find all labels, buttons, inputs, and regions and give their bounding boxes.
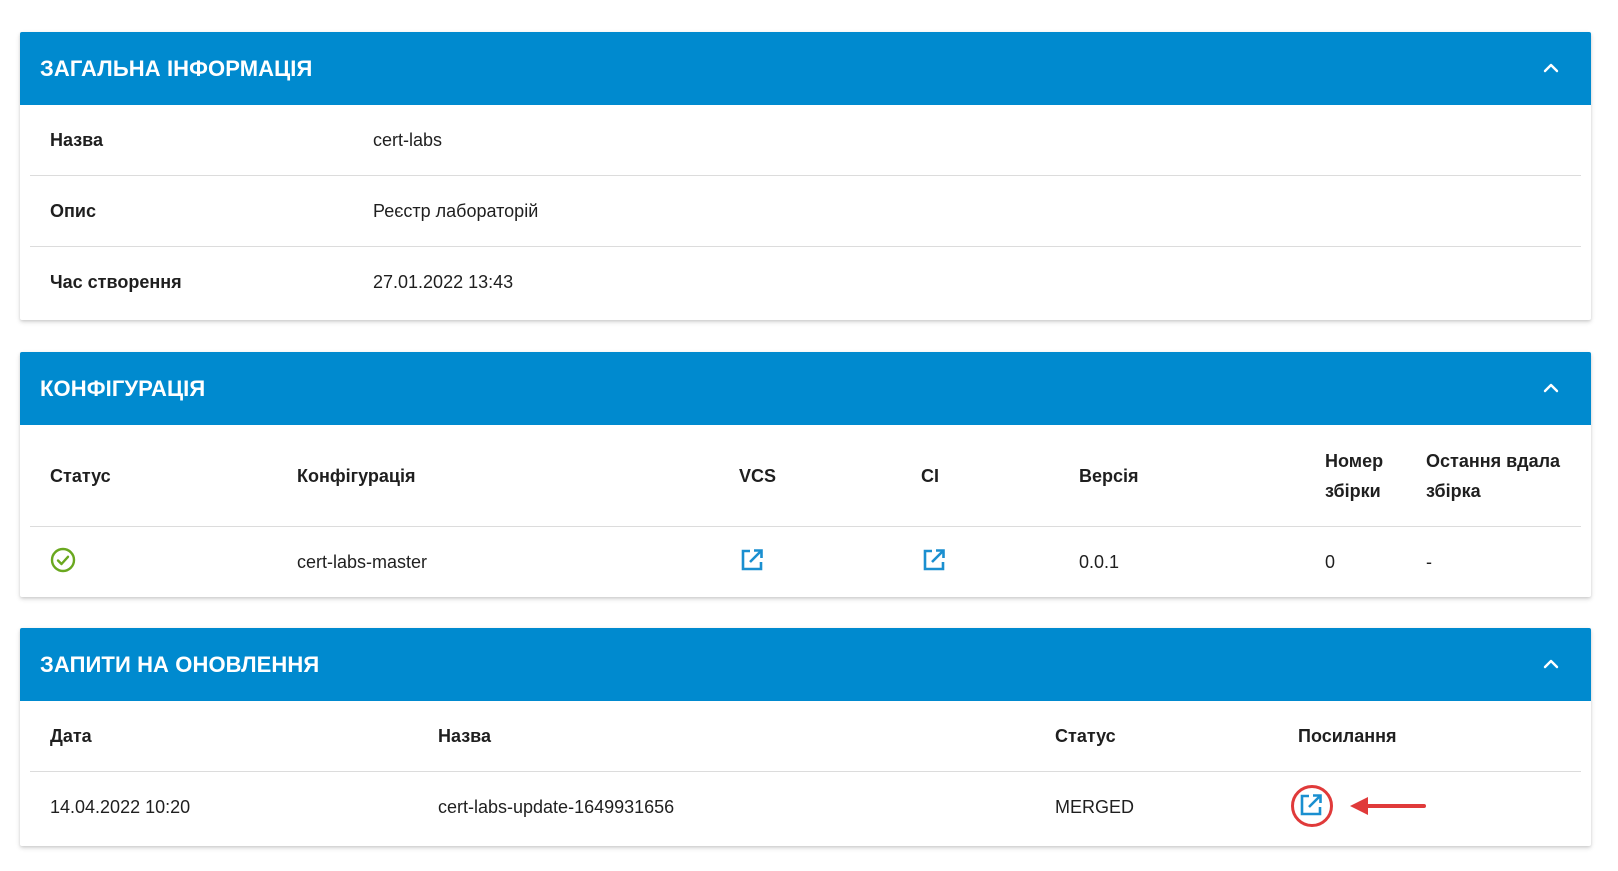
table-header-row: Статус Конфігурація VCS CI Версія Номер …: [30, 425, 1581, 527]
configuration-table: Статус Конфігурація VCS CI Версія Номер …: [30, 425, 1581, 597]
external-link-icon[interactable]: [921, 547, 949, 575]
configuration-header[interactable]: КОНФІГУРАЦІЯ: [20, 352, 1591, 425]
general-info-panel: ЗАГАЛЬНА ІНФОРМАЦІЯ Назва cert-labs Опис…: [20, 32, 1591, 320]
merge-requests-header[interactable]: ЗАПИТИ НА ОНОВЛЕННЯ: [20, 628, 1591, 701]
column-header-date: Дата: [50, 726, 92, 746]
request-date: 14.04.2022 10:20: [50, 797, 191, 817]
column-header-vcs: VCS: [739, 465, 777, 486]
info-label: Назва: [50, 129, 104, 150]
status-cell: [30, 547, 277, 578]
request-name: cert-labs-update-1649931656: [438, 797, 675, 817]
request-status: MERGED: [1055, 797, 1135, 817]
column-header-link: Посилання: [1298, 726, 1397, 746]
general-info-header[interactable]: ЗАГАЛЬНА ІНФОРМАЦІЯ: [20, 32, 1591, 105]
build-number-value: 0: [1325, 551, 1336, 572]
panel-title: ЗАПИТИ НА ОНОВЛЕННЯ: [40, 652, 320, 677]
column-header-version: Версія: [1079, 465, 1139, 486]
configuration-name: cert-labs-master: [297, 551, 428, 572]
table-header-row: Дата Назва Статус Посилання: [30, 701, 1581, 772]
info-label: Опис: [50, 200, 96, 221]
info-row-created: Час створення 27.01.2022 13:43: [30, 247, 1581, 318]
panel-title: КОНФІГУРАЦІЯ: [40, 376, 206, 401]
table-row: 14.04.2022 10:20 cert-labs-update-164993…: [30, 772, 1581, 843]
annotation-circle: [1291, 785, 1333, 827]
merge-requests-table: Дата Назва Статус Посилання 14.04.2022 1…: [30, 701, 1581, 843]
column-header-status: Статус: [50, 465, 111, 486]
chevron-up-icon[interactable]: [1533, 50, 1569, 86]
column-header-last-success: Остання вдала збірка: [1426, 450, 1561, 501]
version-value: 0.0.1: [1079, 551, 1120, 572]
column-header-name: Назва: [438, 726, 492, 746]
configuration-panel: КОНФІГУРАЦІЯ Статус Конфігурація VCS CI …: [20, 352, 1591, 597]
info-value: cert-labs: [373, 129, 443, 150]
info-value: 27.01.2022 13:43: [373, 272, 514, 292]
highlighted-link: [1291, 785, 1426, 827]
last-success-value: -: [1426, 551, 1432, 572]
chevron-up-icon[interactable]: [1533, 370, 1569, 406]
panel-title: ЗАГАЛЬНА ІНФОРМАЦІЯ: [40, 56, 313, 81]
chevron-up-icon[interactable]: [1533, 646, 1569, 682]
vcs-cell: [719, 547, 901, 578]
info-label: Час створення: [50, 272, 182, 292]
column-header-build-number: Номер збірки: [1325, 450, 1384, 501]
column-header-ci: CI: [921, 465, 939, 486]
link-cell: [1278, 785, 1581, 827]
annotation-arrow-icon: [1350, 797, 1426, 815]
column-header-configuration: Конфігурація: [297, 465, 416, 486]
info-value: Реєстр лабораторій: [373, 200, 539, 221]
check-circle-icon: [50, 547, 78, 575]
info-row-description: Опис Реєстр лабораторій: [30, 176, 1581, 247]
external-link-icon[interactable]: [739, 547, 767, 575]
table-row: cert-labs-master 0.0.1 0 -: [30, 527, 1581, 597]
ci-cell: [901, 547, 1059, 578]
info-row-name: Назва cert-labs: [30, 105, 1581, 176]
column-header-status: Статус: [1055, 726, 1116, 746]
merge-requests-panel: ЗАПИТИ НА ОНОВЛЕННЯ Дата Назва Статус По…: [20, 628, 1591, 846]
